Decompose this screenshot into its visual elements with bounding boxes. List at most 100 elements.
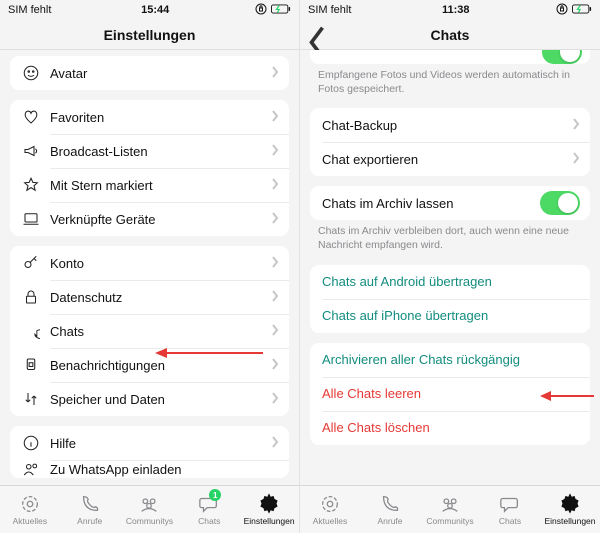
toggle-archive[interactable] <box>540 191 580 215</box>
star-icon <box>22 176 50 194</box>
row-favoriten[interactable]: Favoriten <box>10 100 289 134</box>
tab-anrufe[interactable]: Anrufe <box>360 486 420 533</box>
row-label: Archivieren aller Chats rückgängig <box>322 352 580 367</box>
footer-archive: Chats im Archiv verbleiben dort, auch we… <box>300 220 600 254</box>
key-icon <box>22 254 50 272</box>
row-chat-backup[interactable]: Chat-Backup <box>310 108 590 142</box>
row-chats[interactable]: Chats <box>10 314 289 348</box>
tab-chats[interactable]: Chats <box>480 486 540 533</box>
status-bar: SIM fehlt 11:38 <box>300 0 600 20</box>
avatar-icon <box>22 64 50 82</box>
tab-label: Communitys <box>126 516 173 526</box>
row-transfer-iphone[interactable]: Chats auf iPhone übertragen <box>310 299 590 333</box>
row-label: Chats auf Android übertragen <box>322 274 580 289</box>
toggle-save-media[interactable] <box>542 50 582 64</box>
right-screen: SIM fehlt 11:38 Chats Empfangene Fotos u… <box>300 0 600 533</box>
data-icon <box>22 390 50 408</box>
row-transfer-android[interactable]: Chats auf Android übertragen <box>310 265 590 299</box>
content-scroll[interactable]: Avatar Favoriten Broadcast-Listen Mit St… <box>0 50 299 485</box>
row-label: Chat exportieren <box>322 152 572 167</box>
tab-anrufe[interactable]: Anrufe <box>60 486 120 533</box>
back-button[interactable] <box>306 24 328 46</box>
status-bar: SIM fehlt 15:44 <box>0 0 299 20</box>
lock-icon <box>22 288 50 306</box>
group-archive: Chats im Archiv lassen <box>310 186 590 220</box>
row-starred[interactable]: Mit Stern markiert <box>10 168 289 202</box>
row-save-media-cut <box>310 50 590 64</box>
chevron-right-icon <box>271 110 279 125</box>
tab-label: Communitys <box>426 516 473 526</box>
orientation-lock-icon <box>255 3 267 18</box>
chevron-right-icon <box>271 66 279 81</box>
row-label: Hilfe <box>50 436 271 451</box>
row-archive-toggle[interactable]: Chats im Archiv lassen <box>310 186 590 220</box>
page-title: Chats <box>300 27 600 43</box>
chevron-right-icon <box>271 144 279 159</box>
tab-label: Einstellungen <box>244 516 295 526</box>
row-speicher[interactable]: Speicher und Daten <box>10 382 289 416</box>
row-label: Chats <box>50 324 271 339</box>
battery-icon <box>271 4 291 17</box>
row-chat-export[interactable]: Chat exportieren <box>310 142 590 176</box>
tab-label: Aktuelles <box>313 516 348 526</box>
chevron-right-icon <box>271 256 279 271</box>
row-label: Konto <box>50 256 271 271</box>
row-label: Verknüpfte Geräte <box>50 212 271 227</box>
left-screen: SIM fehlt 15:44 Einstellungen Avatar Fav… <box>0 0 300 533</box>
row-broadcast[interactable]: Broadcast-Listen <box>10 134 289 168</box>
chevron-right-icon <box>271 212 279 227</box>
tab-label: Chats <box>198 516 220 526</box>
tab-label: Aktuelles <box>13 516 48 526</box>
tab-chats[interactable]: 1 Chats <box>179 486 239 533</box>
tab-aktuelles[interactable]: Aktuelles <box>0 486 60 533</box>
tab-communitys[interactable]: Communitys <box>120 486 180 533</box>
row-label: Benachrichtigungen <box>50 358 271 373</box>
nav-bar: Chats <box>300 20 600 50</box>
row-label: Alle Chats leeren <box>322 386 580 401</box>
row-label: Favoriten <box>50 110 271 125</box>
row-label: Chats auf iPhone übertragen <box>322 308 580 323</box>
content-scroll[interactable]: Empfangene Fotos und Videos werden autom… <box>300 50 600 485</box>
row-konto[interactable]: Konto <box>10 246 289 280</box>
tab-bar: Aktuelles Anrufe Communitys 1 Chats Eins… <box>0 485 299 533</box>
chat-icon <box>22 322 50 340</box>
carrier-text: SIM fehlt <box>8 4 51 16</box>
row-datenschutz[interactable]: Datenschutz <box>10 280 289 314</box>
row-invite[interactable]: Zu WhatsApp einladen <box>10 460 289 478</box>
row-devices[interactable]: Verknüpfte Geräte <box>10 202 289 236</box>
chevron-right-icon <box>271 324 279 339</box>
row-delete-all[interactable]: Alle Chats löschen <box>310 411 590 445</box>
group-help: Hilfe Zu WhatsApp einladen <box>10 426 289 478</box>
row-label: Alle Chats löschen <box>322 420 580 435</box>
row-avatar[interactable]: Avatar <box>10 56 289 90</box>
row-label: Speicher und Daten <box>50 392 271 407</box>
row-label: Zu WhatsApp einladen <box>50 462 279 477</box>
orientation-lock-icon <box>556 3 568 18</box>
row-label: Mit Stern markiert <box>50 178 271 193</box>
heart-icon <box>22 108 50 126</box>
row-hilfe[interactable]: Hilfe <box>10 426 289 460</box>
tab-einstellungen[interactable]: Einstellungen <box>239 486 299 533</box>
chevron-right-icon <box>572 152 580 167</box>
group-transfer: Chats auf Android übertragen Chats auf i… <box>310 265 590 333</box>
tab-communitys[interactable]: Communitys <box>420 486 480 533</box>
chevron-right-icon <box>271 392 279 407</box>
row-benachrichtigungen[interactable]: Benachrichtigungen <box>10 348 289 382</box>
group-avatar: Avatar <box>10 56 289 90</box>
row-unarchive-all[interactable]: Archivieren aller Chats rückgängig <box>310 343 590 377</box>
row-label: Chats im Archiv lassen <box>322 196 540 211</box>
row-clear-all[interactable]: Alle Chats leeren <box>310 377 590 411</box>
chevron-right-icon <box>271 436 279 451</box>
clock: 11:38 <box>355 4 556 16</box>
row-label: Broadcast-Listen <box>50 144 271 159</box>
battery-icon <box>572 4 592 17</box>
row-label: Avatar <box>50 66 271 81</box>
row-label: Datenschutz <box>50 290 271 305</box>
group-lists: Favoriten Broadcast-Listen Mit Stern mar… <box>10 100 289 236</box>
clock: 15:44 <box>55 4 255 16</box>
chevron-right-icon <box>271 358 279 373</box>
tab-bar: Aktuelles Anrufe Communitys Chats Einste… <box>300 485 600 533</box>
page-title: Einstellungen <box>0 27 299 43</box>
tab-aktuelles[interactable]: Aktuelles <box>300 486 360 533</box>
tab-einstellungen[interactable]: Einstellungen <box>540 486 600 533</box>
